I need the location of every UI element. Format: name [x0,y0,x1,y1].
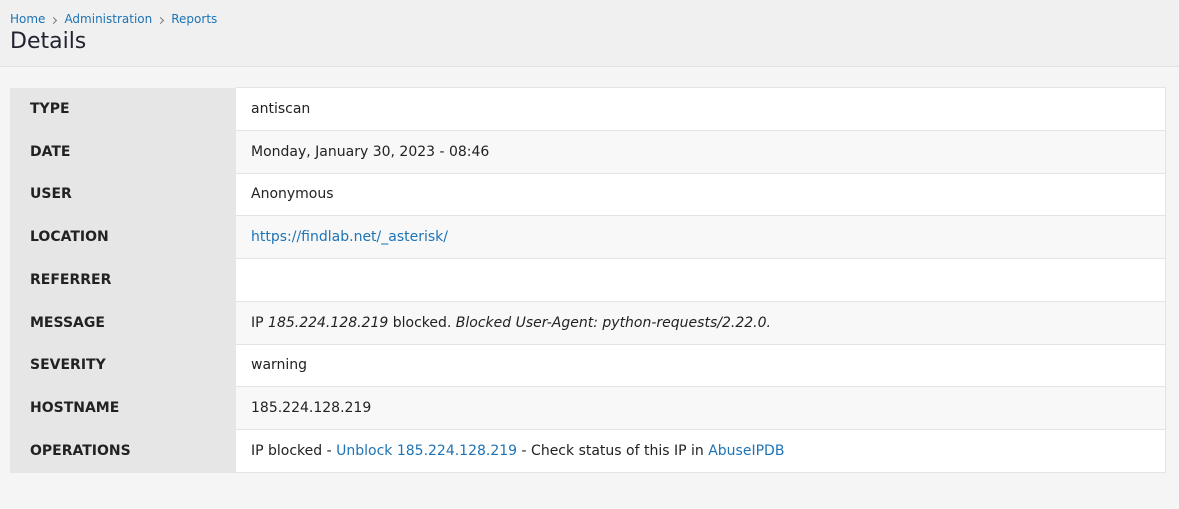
row-user: USER Anonymous [10,173,1166,217]
row-label: TYPE [10,87,236,131]
type-value: antiscan [236,87,1166,131]
row-severity: SEVERITY warning [10,344,1166,388]
operations-middle: - Check status of this IP in [517,442,709,459]
unblock-ip-link[interactable]: Unblock 185.224.128.219 [336,443,517,459]
row-label: USER [10,173,236,217]
row-label: OPERATIONS [10,429,236,473]
row-label: DATE [10,130,236,174]
location-link[interactable]: https://findlab.net/_asterisk/ [251,229,448,245]
row-label: SEVERITY [10,344,236,388]
row-referrer: REFERRER [10,258,1166,302]
row-label: LOCATION [10,215,236,259]
referrer-value [236,258,1166,302]
chevron-right-icon [50,16,58,24]
row-operations: OPERATIONS IP blocked - Unblock 185.224.… [10,429,1166,473]
operations-cell: IP blocked - Unblock 185.224.128.219 - C… [236,429,1166,473]
breadcrumb-administration[interactable]: Administration [64,12,152,26]
row-date: DATE Monday, January 30, 2023 - 08:46 [10,130,1166,174]
message-middle: blocked. [388,314,456,331]
row-label: REFERRER [10,258,236,302]
row-hostname: HOSTNAME 185.224.128.219 [10,386,1166,430]
hostname-value: 185.224.128.219 [236,386,1166,430]
breadcrumb-reports[interactable]: Reports [171,12,217,26]
chevron-right-icon [157,16,165,24]
breadcrumb-home[interactable]: Home [10,12,45,26]
row-label: MESSAGE [10,301,236,345]
message-cell: IP 185.224.128.219 blocked. Blocked User… [236,301,1166,345]
details-table: TYPE antiscan DATE Monday, January 30, 2… [10,87,1166,473]
row-type: TYPE antiscan [10,87,1166,131]
page-title: Details [10,29,87,54]
row-label: HOSTNAME [10,386,236,430]
row-location: LOCATION https://findlab.net/_asterisk/ [10,215,1166,259]
row-message: MESSAGE IP 185.224.128.219 blocked. Bloc… [10,301,1166,345]
message-prefix: IP [251,314,269,331]
breadcrumb: Home Administration Reports [10,10,1169,28]
operations-prefix: IP blocked - [251,442,337,459]
severity-value: warning [236,344,1166,388]
user-value: Anonymous [236,173,1166,217]
location-cell: https://findlab.net/_asterisk/ [236,215,1166,259]
message-ip: 185.224.128.219 [268,314,389,331]
abuseipdb-link[interactable]: AbuseIPDB [708,443,784,459]
page-header: Home Administration Reports Details [0,0,1179,67]
message-detail: Blocked User-Agent: python-requests/2.22… [455,314,771,331]
date-value: Monday, January 30, 2023 - 08:46 [236,130,1166,174]
